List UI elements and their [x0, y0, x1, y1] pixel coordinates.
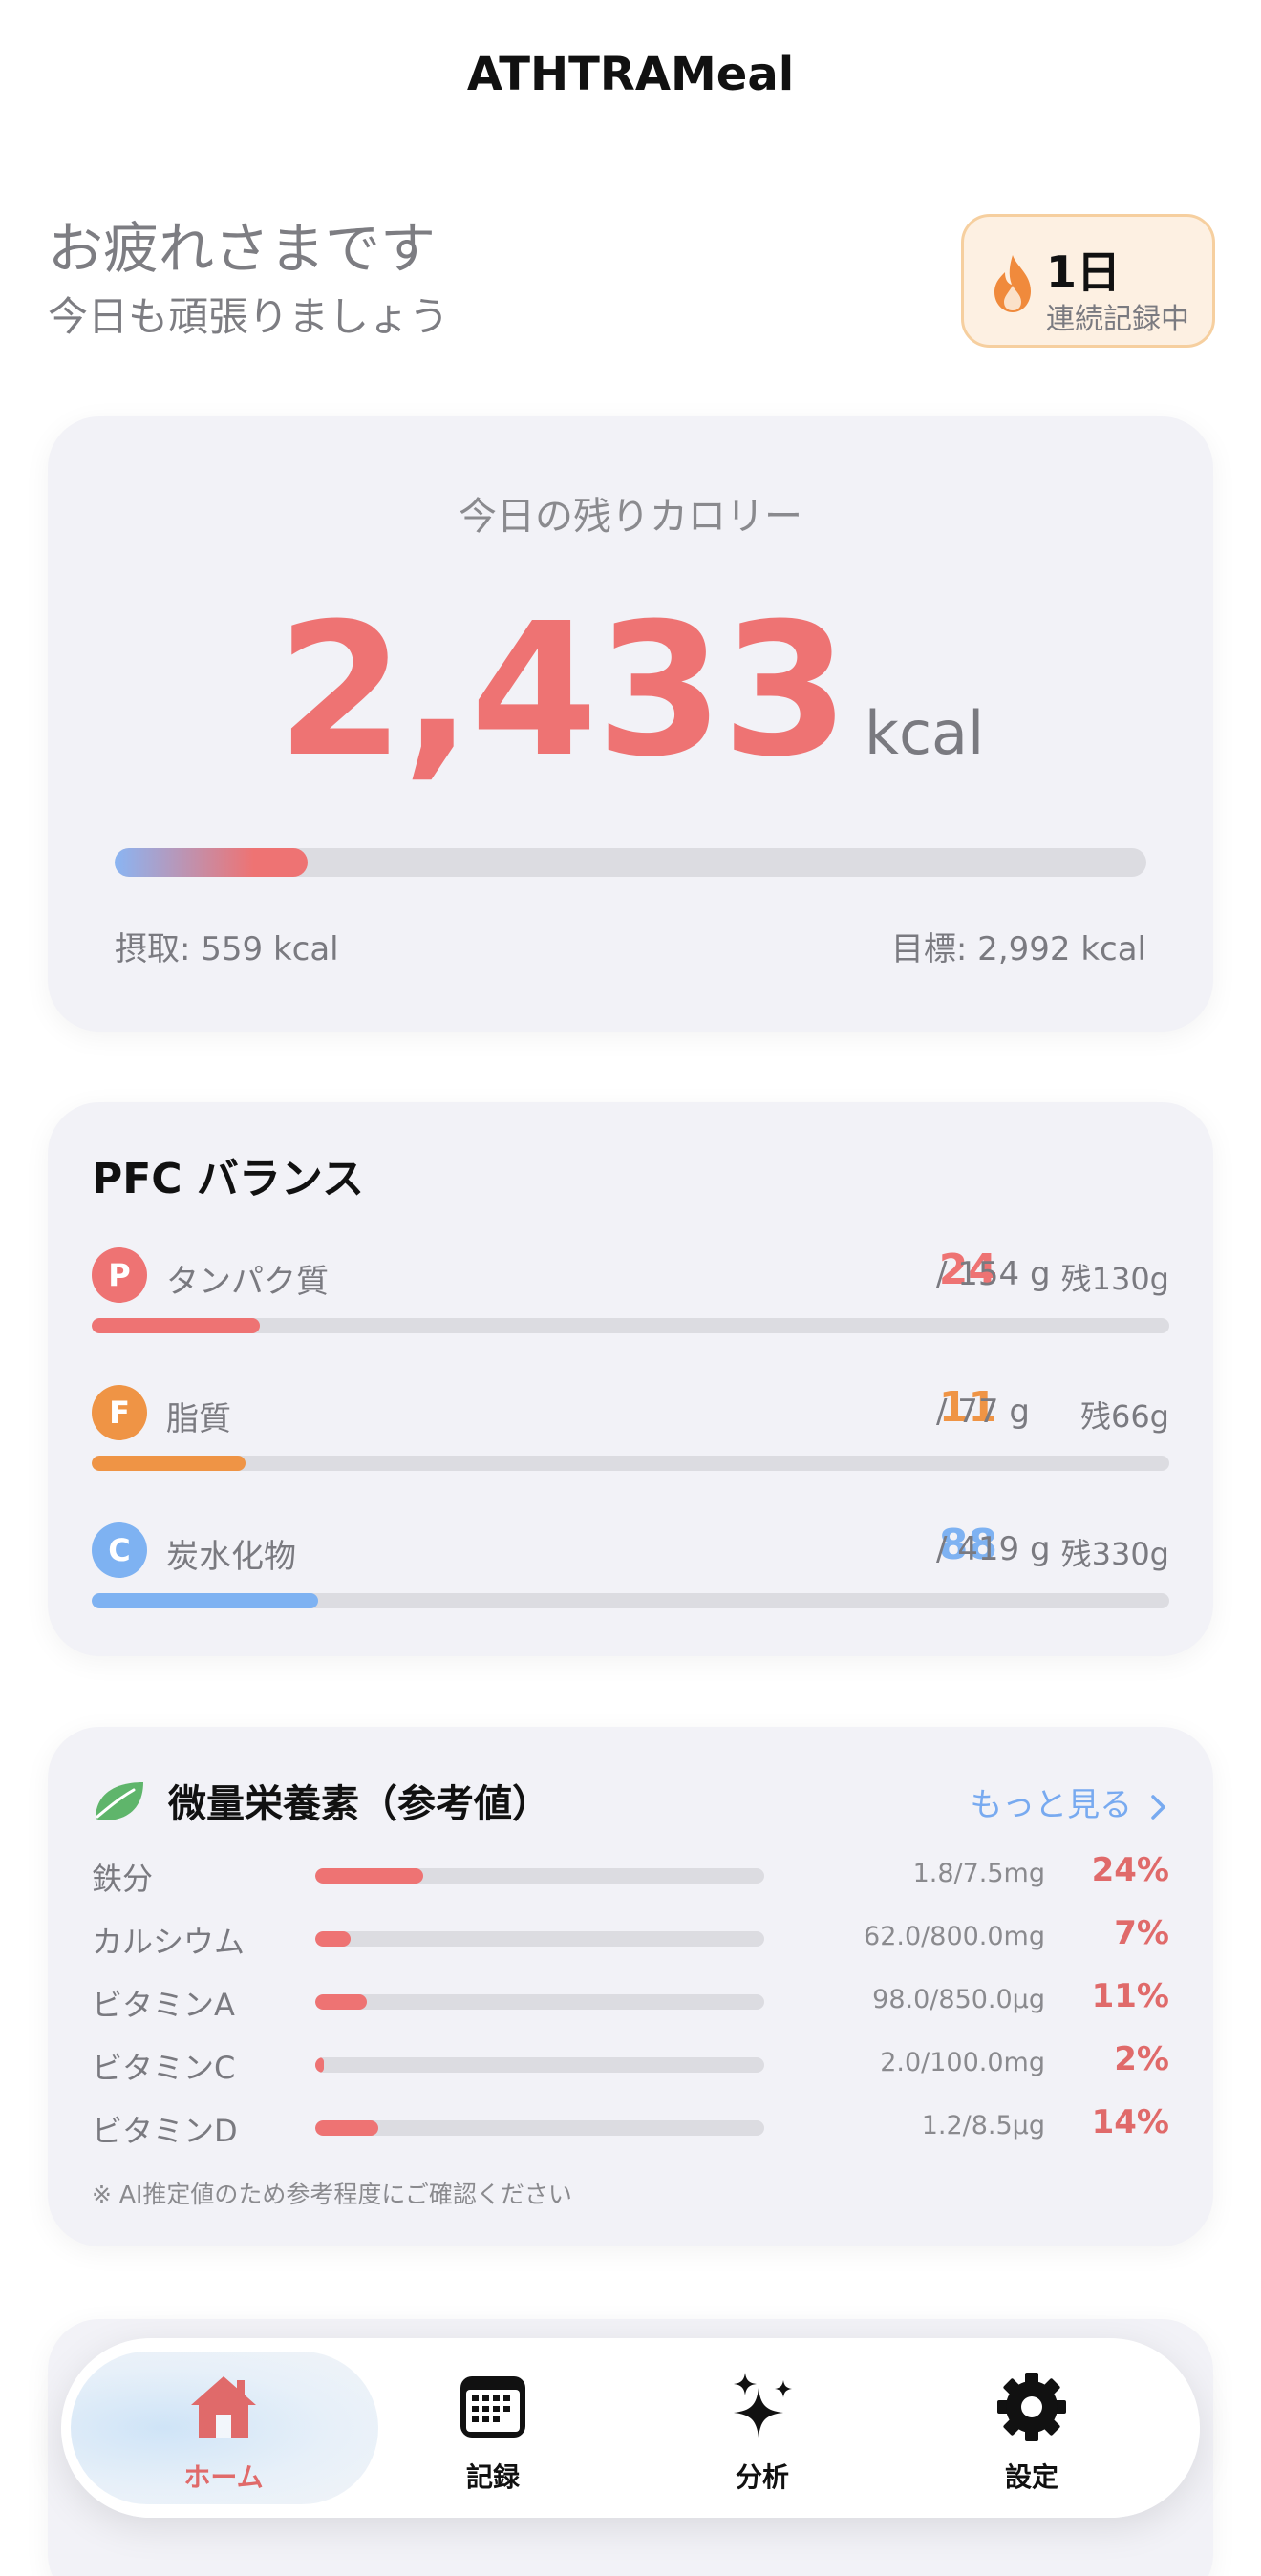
- micronutrient-percent: 2%: [1114, 2040, 1169, 2078]
- pfc-progress-track: [92, 1456, 1169, 1471]
- micronutrient-percent: 7%: [1114, 1914, 1169, 1952]
- calorie-value: 2,433 kcal: [48, 585, 1213, 798]
- tab-analysis[interactable]: 分析: [667, 2338, 858, 2518]
- sparkles-icon: [734, 2373, 792, 2438]
- micronutrient-row-vitamin-c: ビタミンC 2.0/100.0mg 2%: [92, 2040, 1169, 2088]
- micronutrient-amount: 98.0/850.0μg: [872, 1985, 1045, 2014]
- see-more-link[interactable]: もっと見る: [970, 1778, 1169, 1825]
- calorie-intake: 摂取: 559 kcal: [115, 930, 339, 969]
- micronutrient-progress-fill: [315, 1931, 351, 1947]
- tab-label: 分析: [735, 2461, 789, 2493]
- see-more-label: もっと見る: [970, 1786, 1133, 1824]
- app-title: ATHTRAMeal: [466, 48, 795, 101]
- pfc-row-fat: F 脂質 11 / 77 g 残66g: [92, 1383, 1169, 1490]
- micronutrient-amount: 1.2/8.5μg: [921, 2111, 1045, 2140]
- micronutrient-name: カルシウム: [92, 1924, 246, 1960]
- micronutrient-row-vitamin-a: ビタミンA 98.0/850.0μg 11%: [92, 1977, 1169, 2025]
- calorie-unit: kcal: [865, 698, 985, 768]
- calorie-card[interactable]: 今日の残りカロリー 2,433 kcal 摂取: 559 kcal 目標: 2,9…: [48, 416, 1213, 1032]
- tab-settings[interactable]: 設定: [936, 2338, 1127, 2518]
- tab-home[interactable]: ホーム: [128, 2338, 319, 2518]
- greeting: お疲れさまです 今日も頑張りましょう: [48, 214, 449, 346]
- calorie-remaining: 2,433: [276, 585, 849, 798]
- pfc-row-carbs: C 炭水化物 88 / 419 g 残330g: [92, 1521, 1169, 1628]
- streak-label: 連続記録中: [1046, 303, 1189, 336]
- streak-badge[interactable]: 1日 連続記録中: [961, 214, 1215, 348]
- pfc-progress-track: [92, 1593, 1169, 1608]
- pfc-name: タンパク質: [166, 1263, 329, 1301]
- micronutrient-name: ビタミンA: [92, 1987, 235, 2023]
- micronutrient-progress-fill: [315, 2057, 325, 2073]
- carbs-badge: C: [92, 1522, 147, 1578]
- micronutrient-percent: 24%: [1091, 1851, 1169, 1889]
- fat-badge: F: [92, 1385, 147, 1440]
- pfc-progress-track: [92, 1318, 1169, 1333]
- micronutrient-progress-fill: [315, 2120, 378, 2136]
- micronutrient-title: 微量栄養素（参考値）: [168, 1782, 550, 1826]
- tab-bar: ホーム 記録 分析 設定: [61, 2338, 1200, 2518]
- greeting-title: お疲れさまです: [48, 216, 437, 281]
- chevron-right-icon: [1151, 1794, 1165, 1820]
- micronutrient-progress-track: [315, 1994, 764, 2010]
- pfc-row-protein: P タンパク質 24 / 154 g 残130g: [92, 1245, 1169, 1352]
- micronutrient-progress-track: [315, 1931, 764, 1947]
- pfc-progress-fill: [92, 1456, 246, 1471]
- micronutrient-progress-fill: [315, 1994, 368, 2010]
- micronutrient-progress-track: [315, 2120, 764, 2136]
- micronutrient-name: ビタミンC: [92, 2050, 236, 2086]
- pfc-progress-fill: [92, 1318, 260, 1333]
- calorie-progress-track: [115, 848, 1146, 877]
- tab-label: ホーム: [183, 2461, 264, 2493]
- micronutrient-row-calcium: カルシウム 62.0/800.0mg 7%: [92, 1914, 1169, 1962]
- micronutrient-progress-track: [315, 2057, 764, 2073]
- pfc-name: 脂質: [166, 1400, 231, 1438]
- home-icon: [191, 2376, 256, 2438]
- pfc-title: PFC バランス: [92, 1155, 365, 1203]
- ai-disclaimer: ※ AI推定値のため参考程度にご確認ください: [92, 2181, 572, 2208]
- pfc-remaining: 残330g: [1060, 1536, 1169, 1572]
- pfc-target: / 419 g: [936, 1530, 1051, 1568]
- micronutrient-progress-fill: [315, 1868, 423, 1884]
- pfc-name: 炭水化物: [166, 1538, 296, 1576]
- micronutrient-amount: 62.0/800.0mg: [864, 1922, 1045, 1951]
- protein-badge: P: [92, 1247, 147, 1303]
- leaf-icon: [96, 1782, 143, 1820]
- calorie-progress-fill: [115, 848, 308, 877]
- calendar-icon: [460, 2376, 525, 2438]
- micronutrient-amount: 1.8/7.5mg: [912, 1859, 1045, 1888]
- tab-record[interactable]: 記録: [397, 2338, 588, 2518]
- micronutrient-name: 鉄分: [92, 1861, 154, 1897]
- streak-days: 1日: [1046, 246, 1122, 298]
- pfc-remaining: 残66g: [1079, 1398, 1169, 1435]
- home-screen: ATHTRAMeal お疲れさまです 今日も頑張りましょう 1日 連続記録中 今…: [0, 0, 1261, 2576]
- micronutrient-row-vitamin-d: ビタミンD 1.2/8.5μg 14%: [92, 2103, 1169, 2151]
- gear-icon: [997, 2373, 1066, 2441]
- greeting-subtitle: 今日も頑張りましょう: [48, 293, 450, 340]
- pfc-remaining: 残130g: [1060, 1261, 1169, 1297]
- tab-label: 記録: [465, 2461, 520, 2493]
- tab-label: 設定: [1004, 2461, 1058, 2493]
- calorie-label: 今日の残りカロリー: [459, 495, 802, 539]
- micronutrient-name: ビタミンD: [92, 2113, 238, 2149]
- flame-icon: [994, 255, 1031, 312]
- micronutrient-row-iron: 鉄分 1.8/7.5mg 24%: [92, 1851, 1169, 1899]
- pfc-target: / 77 g: [936, 1393, 1030, 1431]
- pfc-card[interactable]: PFC バランス P タンパク質 24 / 154 g 残130g F 脂質 1…: [48, 1102, 1213, 1656]
- micronutrient-progress-track: [315, 1868, 764, 1884]
- pfc-progress-fill: [92, 1593, 318, 1608]
- micronutrient-percent: 14%: [1091, 2103, 1169, 2141]
- micronutrient-amount: 2.0/100.0mg: [880, 2048, 1045, 2077]
- micronutrient-percent: 11%: [1091, 1977, 1169, 2015]
- micronutrient-card: 微量栄養素（参考値） もっと見る 鉄分 1.8/7.5mg 24% カルシウム …: [48, 1727, 1213, 2246]
- pfc-target: / 154 g: [936, 1255, 1051, 1293]
- calorie-goal: 目標: 2,992 kcal: [890, 930, 1146, 969]
